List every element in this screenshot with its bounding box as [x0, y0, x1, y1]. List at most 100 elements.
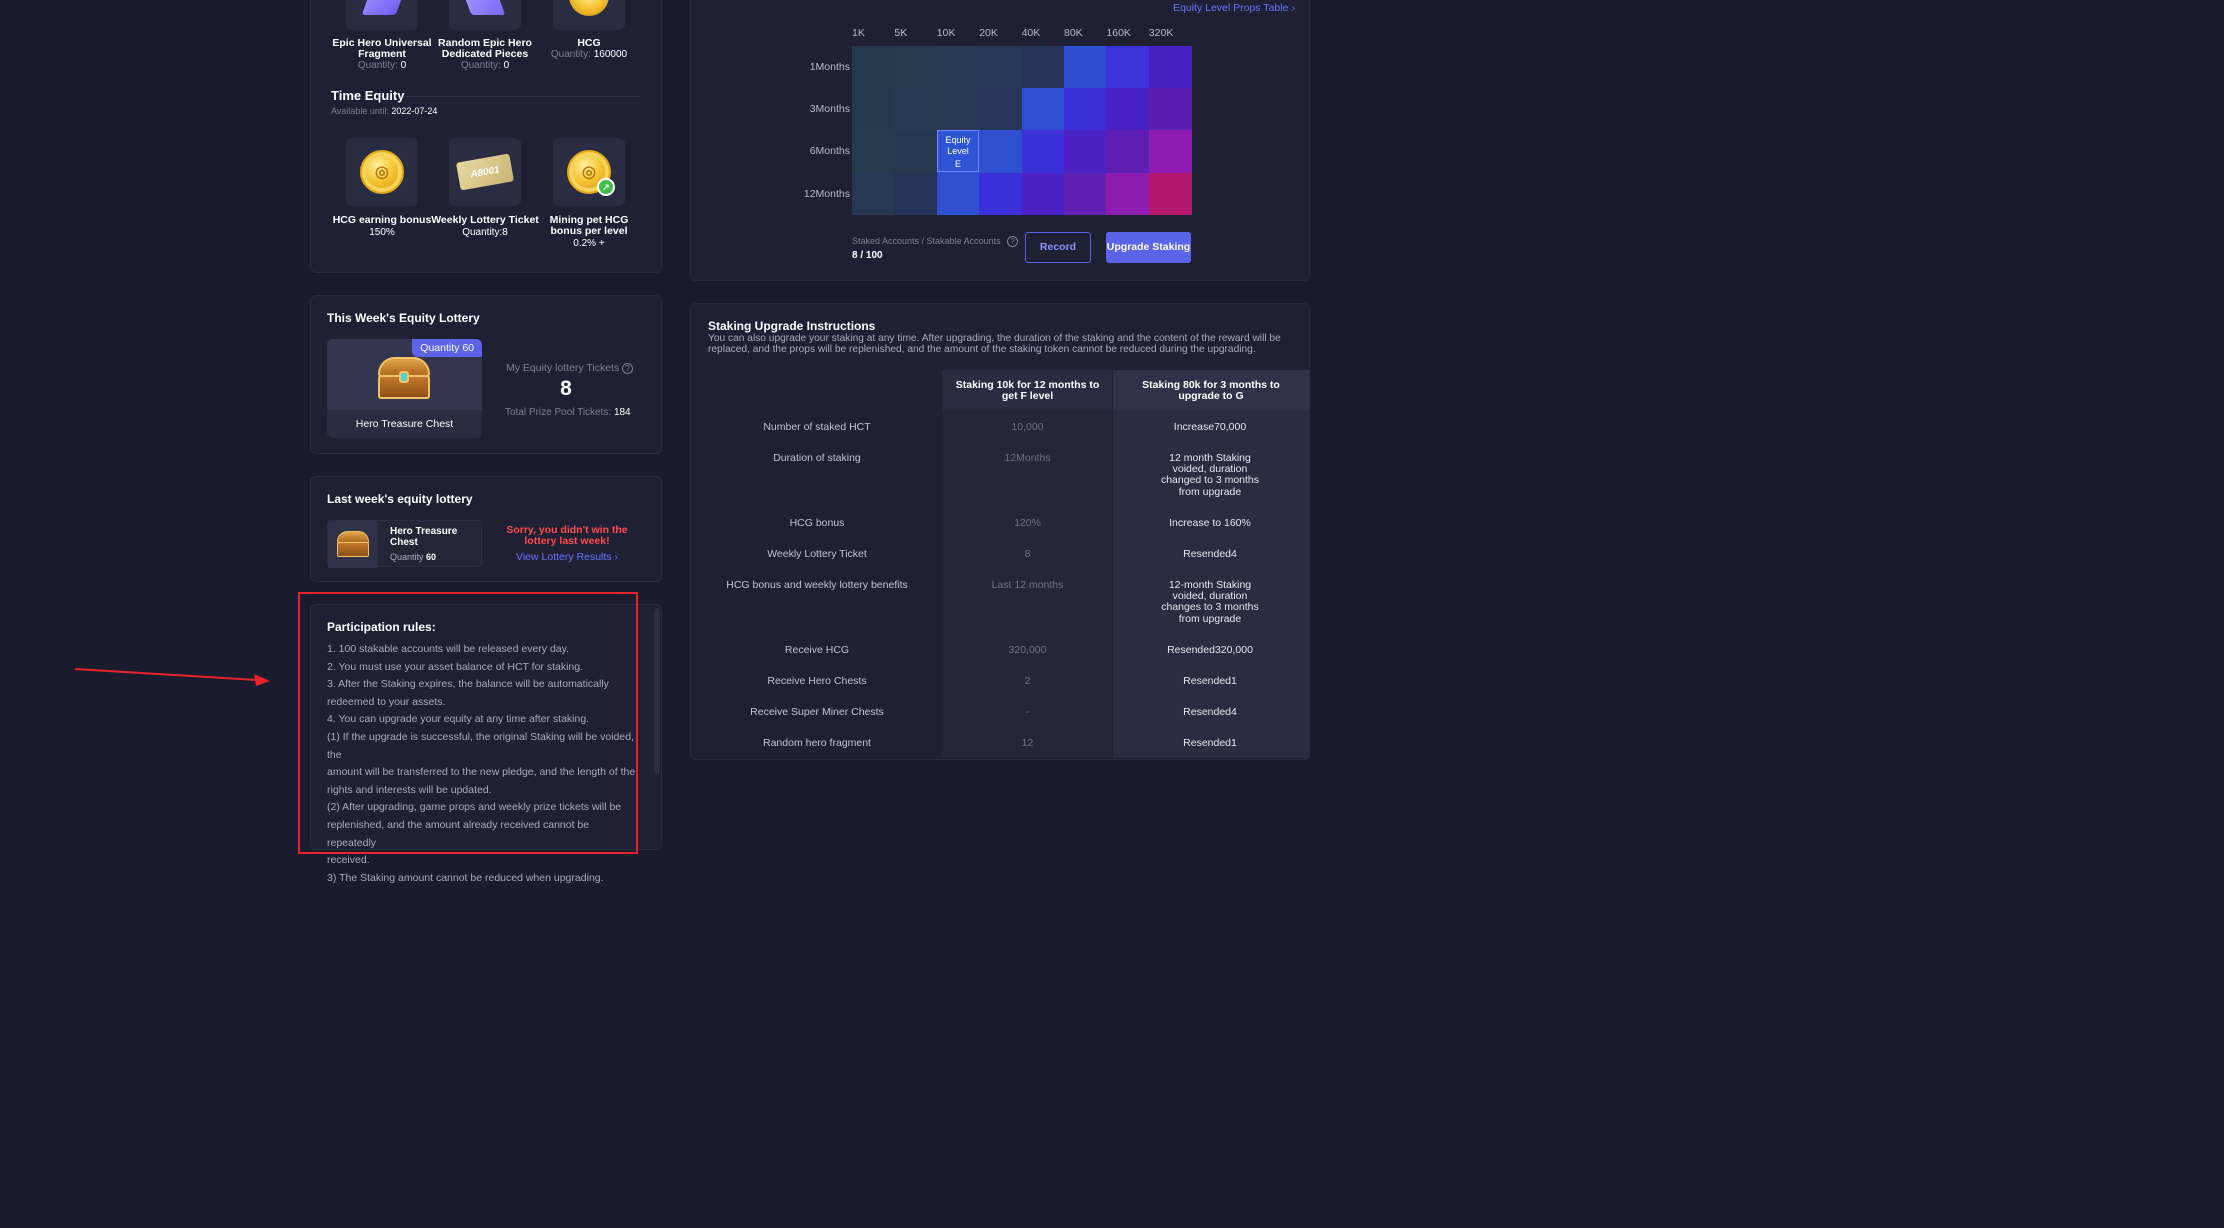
instructions-description: You can also upgrade your staking at any… — [708, 333, 1281, 355]
help-icon[interactable]: ? — [1007, 236, 1019, 247]
rule-line: 3) The Staking amount cannot be reduced … — [327, 871, 604, 884]
table-cell-current: 120% — [1014, 517, 1041, 529]
rule-line: received. — [327, 854, 370, 867]
heatmap-cell[interactable] — [1021, 172, 1065, 216]
table-row-label: Receive HCG — [784, 644, 850, 656]
available-until: Available until: 2022-07-24 — [331, 106, 438, 116]
table-cell-upgrade: 12 month Staking voided, duration change… — [1160, 452, 1260, 498]
reward-item-box — [553, 0, 625, 30]
heatmap-cell[interactable] — [894, 88, 938, 131]
reward-item-title: Epic Hero Universal Fragment — [332, 37, 432, 60]
chest-card[interactable]: Quantity 60 Hero Treasure Chest — [327, 339, 482, 438]
heatmap-cell[interactable] — [936, 172, 980, 216]
lottery-ticket-icon: A8001 — [455, 153, 515, 191]
heatmap-column-label: 80K — [1064, 27, 1083, 39]
staked-accounts-label: Staked Accounts / Stakable Accounts ? — [852, 236, 1019, 247]
heatmap-row-label: 6Months — [809, 145, 850, 158]
heatmap-cell[interactable] — [979, 130, 1023, 174]
table-row-label: Random hero fragment — [763, 737, 871, 749]
last-week-title: Last week's equity lottery — [327, 492, 473, 506]
heatmap-cell[interactable] — [979, 46, 1023, 89]
table-cell-upgrade: Resended1 — [1183, 675, 1237, 687]
equity-level-marker: Equity Level E — [937, 130, 979, 172]
heatmap-cell[interactable] — [1106, 130, 1150, 174]
heatmap-cell[interactable] — [894, 130, 938, 174]
heatmap-cell[interactable] — [1021, 130, 1065, 174]
table-cell-current: 12 — [1021, 737, 1034, 749]
chevron-right-icon: › — [1291, 2, 1295, 14]
heatmap-cell[interactable] — [1106, 46, 1150, 89]
table-cell-upgrade: Resended320,000 — [1167, 644, 1253, 656]
heatmap-cell[interactable] — [1148, 172, 1192, 216]
heatmap-column-label: 20K — [979, 27, 998, 39]
table-row-label: Duration of staking — [773, 452, 861, 464]
reward-item-quantity: Quantity: 0 — [357, 60, 407, 71]
pieces-icon — [464, 0, 506, 15]
reward-item-title: HCG — [577, 37, 601, 49]
chevron-right-icon: › — [614, 551, 618, 563]
heatmap-cell[interactable] — [852, 46, 895, 89]
last-chest-qty: Quantity 60 — [390, 552, 437, 562]
view-lottery-results-link[interactable]: View Lottery Results › — [490, 551, 644, 563]
heatmap-cell[interactable] — [852, 130, 895, 174]
heatmap-cell[interactable] — [1106, 172, 1150, 216]
time-equity-divider — [404, 96, 640, 97]
table-row-label: HCG bonus — [789, 517, 845, 529]
heatmap-column-label: 5K — [894, 27, 908, 39]
heatmap-cell[interactable] — [1148, 88, 1192, 131]
heatmap-cell[interactable] — [936, 46, 980, 89]
equity-props-table-link[interactable]: Equity Level Props Table › — [1173, 2, 1295, 14]
table-row-label: Weekly Lottery Ticket — [767, 548, 867, 560]
heatmap-cell[interactable] — [1064, 46, 1107, 89]
treasure-chest-icon — [378, 357, 430, 399]
time-item-title: HCG earning bonus — [332, 214, 432, 226]
table-cell-upgrade: Resended4 — [1183, 548, 1237, 560]
my-tickets-label: My Equity lottery Tickets ? — [506, 362, 634, 374]
quantity-badge: Quantity 60 — [412, 339, 482, 357]
time-item-value: Quantity:8 — [462, 227, 508, 238]
heatmap-cell[interactable] — [894, 46, 938, 89]
annotation-arrow — [74, 668, 270, 686]
table-row-label: Number of staked HCT — [763, 421, 871, 433]
heatmap-cell[interactable] — [979, 88, 1023, 131]
heatmap-cell[interactable] — [979, 172, 1023, 216]
heatmap-cell[interactable] — [1021, 88, 1065, 131]
equity-level-heatmap[interactable] — [852, 46, 1192, 216]
heatmap-cell[interactable] — [1064, 130, 1107, 174]
reward-item-quantity: Quantity: 160000 — [550, 49, 628, 60]
table-cell-upgrade: 12-month Staking voided, duration change… — [1161, 579, 1259, 625]
heatmap-cell[interactable] — [1148, 130, 1192, 174]
last-week-chest-card: Hero Treasure Chest Quantity 60 — [327, 520, 482, 568]
table-cell-upgrade: Increase to 160% — [1169, 517, 1251, 529]
heatmap-cell[interactable] — [936, 88, 980, 131]
table-cell-current: 12Months — [1004, 452, 1051, 464]
instructions-title: Staking Upgrade Instructions — [708, 319, 876, 333]
time-item-value: 0.2% + — [573, 238, 605, 249]
reward-item-box — [449, 0, 521, 30]
heatmap-cell[interactable] — [1021, 46, 1065, 89]
heatmap-cell[interactable] — [1148, 46, 1192, 89]
heatmap-cell[interactable] — [1064, 172, 1107, 216]
heatmap-cell[interactable] — [852, 88, 895, 131]
table-cell-current: - — [1025, 706, 1030, 718]
heatmap-cell[interactable] — [894, 172, 938, 216]
staked-accounts-value: 8 / 100 — [852, 250, 883, 261]
chest-name: Hero Treasure Chest — [355, 418, 454, 430]
prize-pool: Total Prize Pool Tickets: 184 — [505, 407, 631, 418]
hcg-coin-icon: ◎ — [360, 150, 404, 194]
table-cell-current: 8 — [1024, 548, 1031, 560]
time-item-title: Weekly Lottery Ticket — [431, 214, 539, 226]
rules-scrollbar[interactable] — [654, 608, 660, 774]
table-row-label: Receive Super Miner Chests — [750, 706, 884, 718]
table-header: Staking 80k for 3 months to upgrade to G — [1142, 379, 1280, 403]
table-cell-current: 10,000 — [1011, 421, 1044, 433]
heatmap-cell[interactable] — [1064, 88, 1107, 131]
heatmap-column-label: 40K — [1021, 27, 1041, 39]
record-button[interactable]: Record — [1025, 232, 1091, 263]
heatmap-cell[interactable] — [1106, 88, 1150, 131]
heatmap-cell[interactable] — [852, 172, 895, 216]
help-icon[interactable]: ? — [622, 363, 634, 374]
time-equity-title: Time Equity — [331, 88, 405, 103]
heatmap-column-label: 10K — [936, 27, 956, 39]
upgrade-staking-button[interactable]: Upgrade Staking — [1106, 232, 1191, 263]
